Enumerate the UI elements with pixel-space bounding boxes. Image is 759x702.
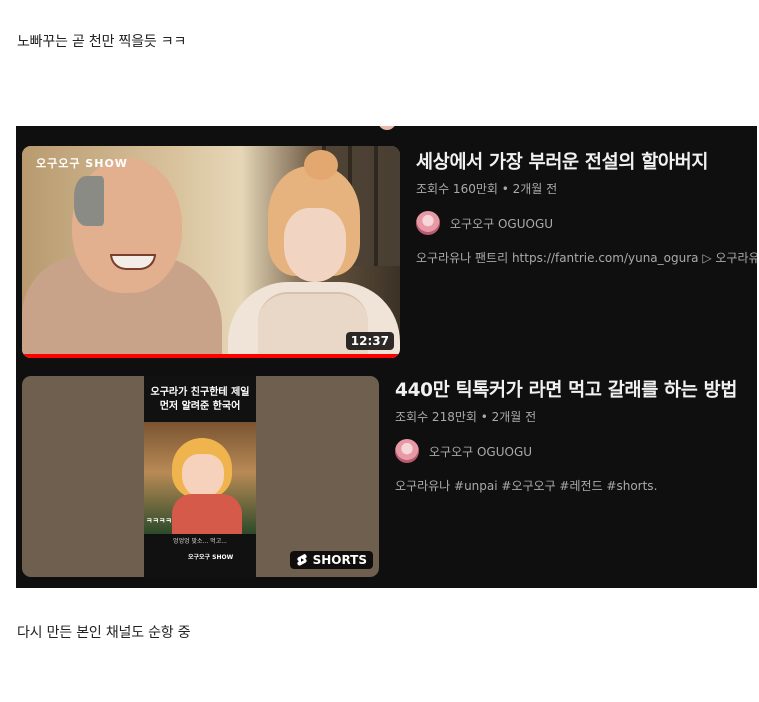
thumbnail-woman-face <box>284 208 346 282</box>
shorts-woman-shirt <box>172 494 242 534</box>
youtube-results-screenshot: 오구오구 SHOW 12:37 세상에서 가장 부러운 전설의 할아버지 조회수… <box>16 126 757 588</box>
video-description: 오구라유나 팬트리 https://fantrie.com/yuna_ogura… <box>416 251 757 265</box>
shorts-woman-face <box>182 454 224 498</box>
video-description: 오구라유나 #unpai #오구오구 #레전드 #shorts. <box>395 479 658 493</box>
channel-name[interactable]: 오구오구 OGUOGU <box>429 443 532 460</box>
channel-row[interactable]: 오구오구 OGUOGU <box>416 211 757 235</box>
shorts-label: SHORTS <box>312 553 367 567</box>
video-thumbnail-2[interactable]: 오구라가 친구한테 제일 먼저 알려준 한국어 ㅋㅋㅋㅋ 엉엉엉 맞소... 먹… <box>22 376 379 577</box>
thumbnail-channel-logo: 오구오구 SHOW <box>36 157 128 170</box>
shorts-subtitle: 엉엉엉 맞소... 먹고... <box>173 538 227 545</box>
channel-name[interactable]: 오구오구 OGUOGU <box>450 215 553 232</box>
channel-avatar[interactable] <box>416 211 440 235</box>
video-info-1: 세상에서 가장 부러운 전설의 할아버지 조회수 160만회 • 2개월 전 오… <box>416 148 757 266</box>
video-title[interactable]: 440만 틱톡커가 라면 먹고 갈래를 하는 방법 <box>395 376 757 402</box>
video-thumbnail-1[interactable]: 오구오구 SHOW 12:37 <box>22 146 400 358</box>
post-top-text: 노빠꾸는 곧 천만 찍을듯 ㅋㅋ <box>17 34 187 50</box>
video-title[interactable]: 세상에서 가장 부러운 전설의 할아버지 <box>416 148 757 174</box>
shorts-icon <box>296 554 307 566</box>
previous-item-edge <box>378 126 396 130</box>
video-duration-badge: 12:37 <box>345 332 394 350</box>
video-meta: 조회수 218만회 • 2개월 전 <box>395 410 537 424</box>
video-meta: 조회수 160만회 • 2개월 전 <box>416 182 558 196</box>
shorts-badge: SHORTS <box>289 551 373 569</box>
shorts-caption: 오구라가 친구한테 제일 먼저 알려준 한국어 <box>150 387 250 412</box>
watch-progress-bar <box>22 354 400 358</box>
video-info-2: 440만 틱톡커가 라면 먹고 갈래를 하는 방법 조회수 218만회 • 2개… <box>395 376 757 494</box>
shorts-channel-logo: 오구오구 SHOW <box>188 554 234 561</box>
thumbnail-man-hair <box>74 176 104 226</box>
thumbnail-woman-bun <box>304 150 338 180</box>
shorts-subtitle-laugh: ㅋㅋㅋㅋ <box>146 517 172 525</box>
channel-avatar[interactable] <box>395 439 419 463</box>
channel-row[interactable]: 오구오구 OGUOGU <box>395 439 757 463</box>
post-bottom-text: 다시 만든 본인 채널도 순항 중 <box>17 625 191 641</box>
